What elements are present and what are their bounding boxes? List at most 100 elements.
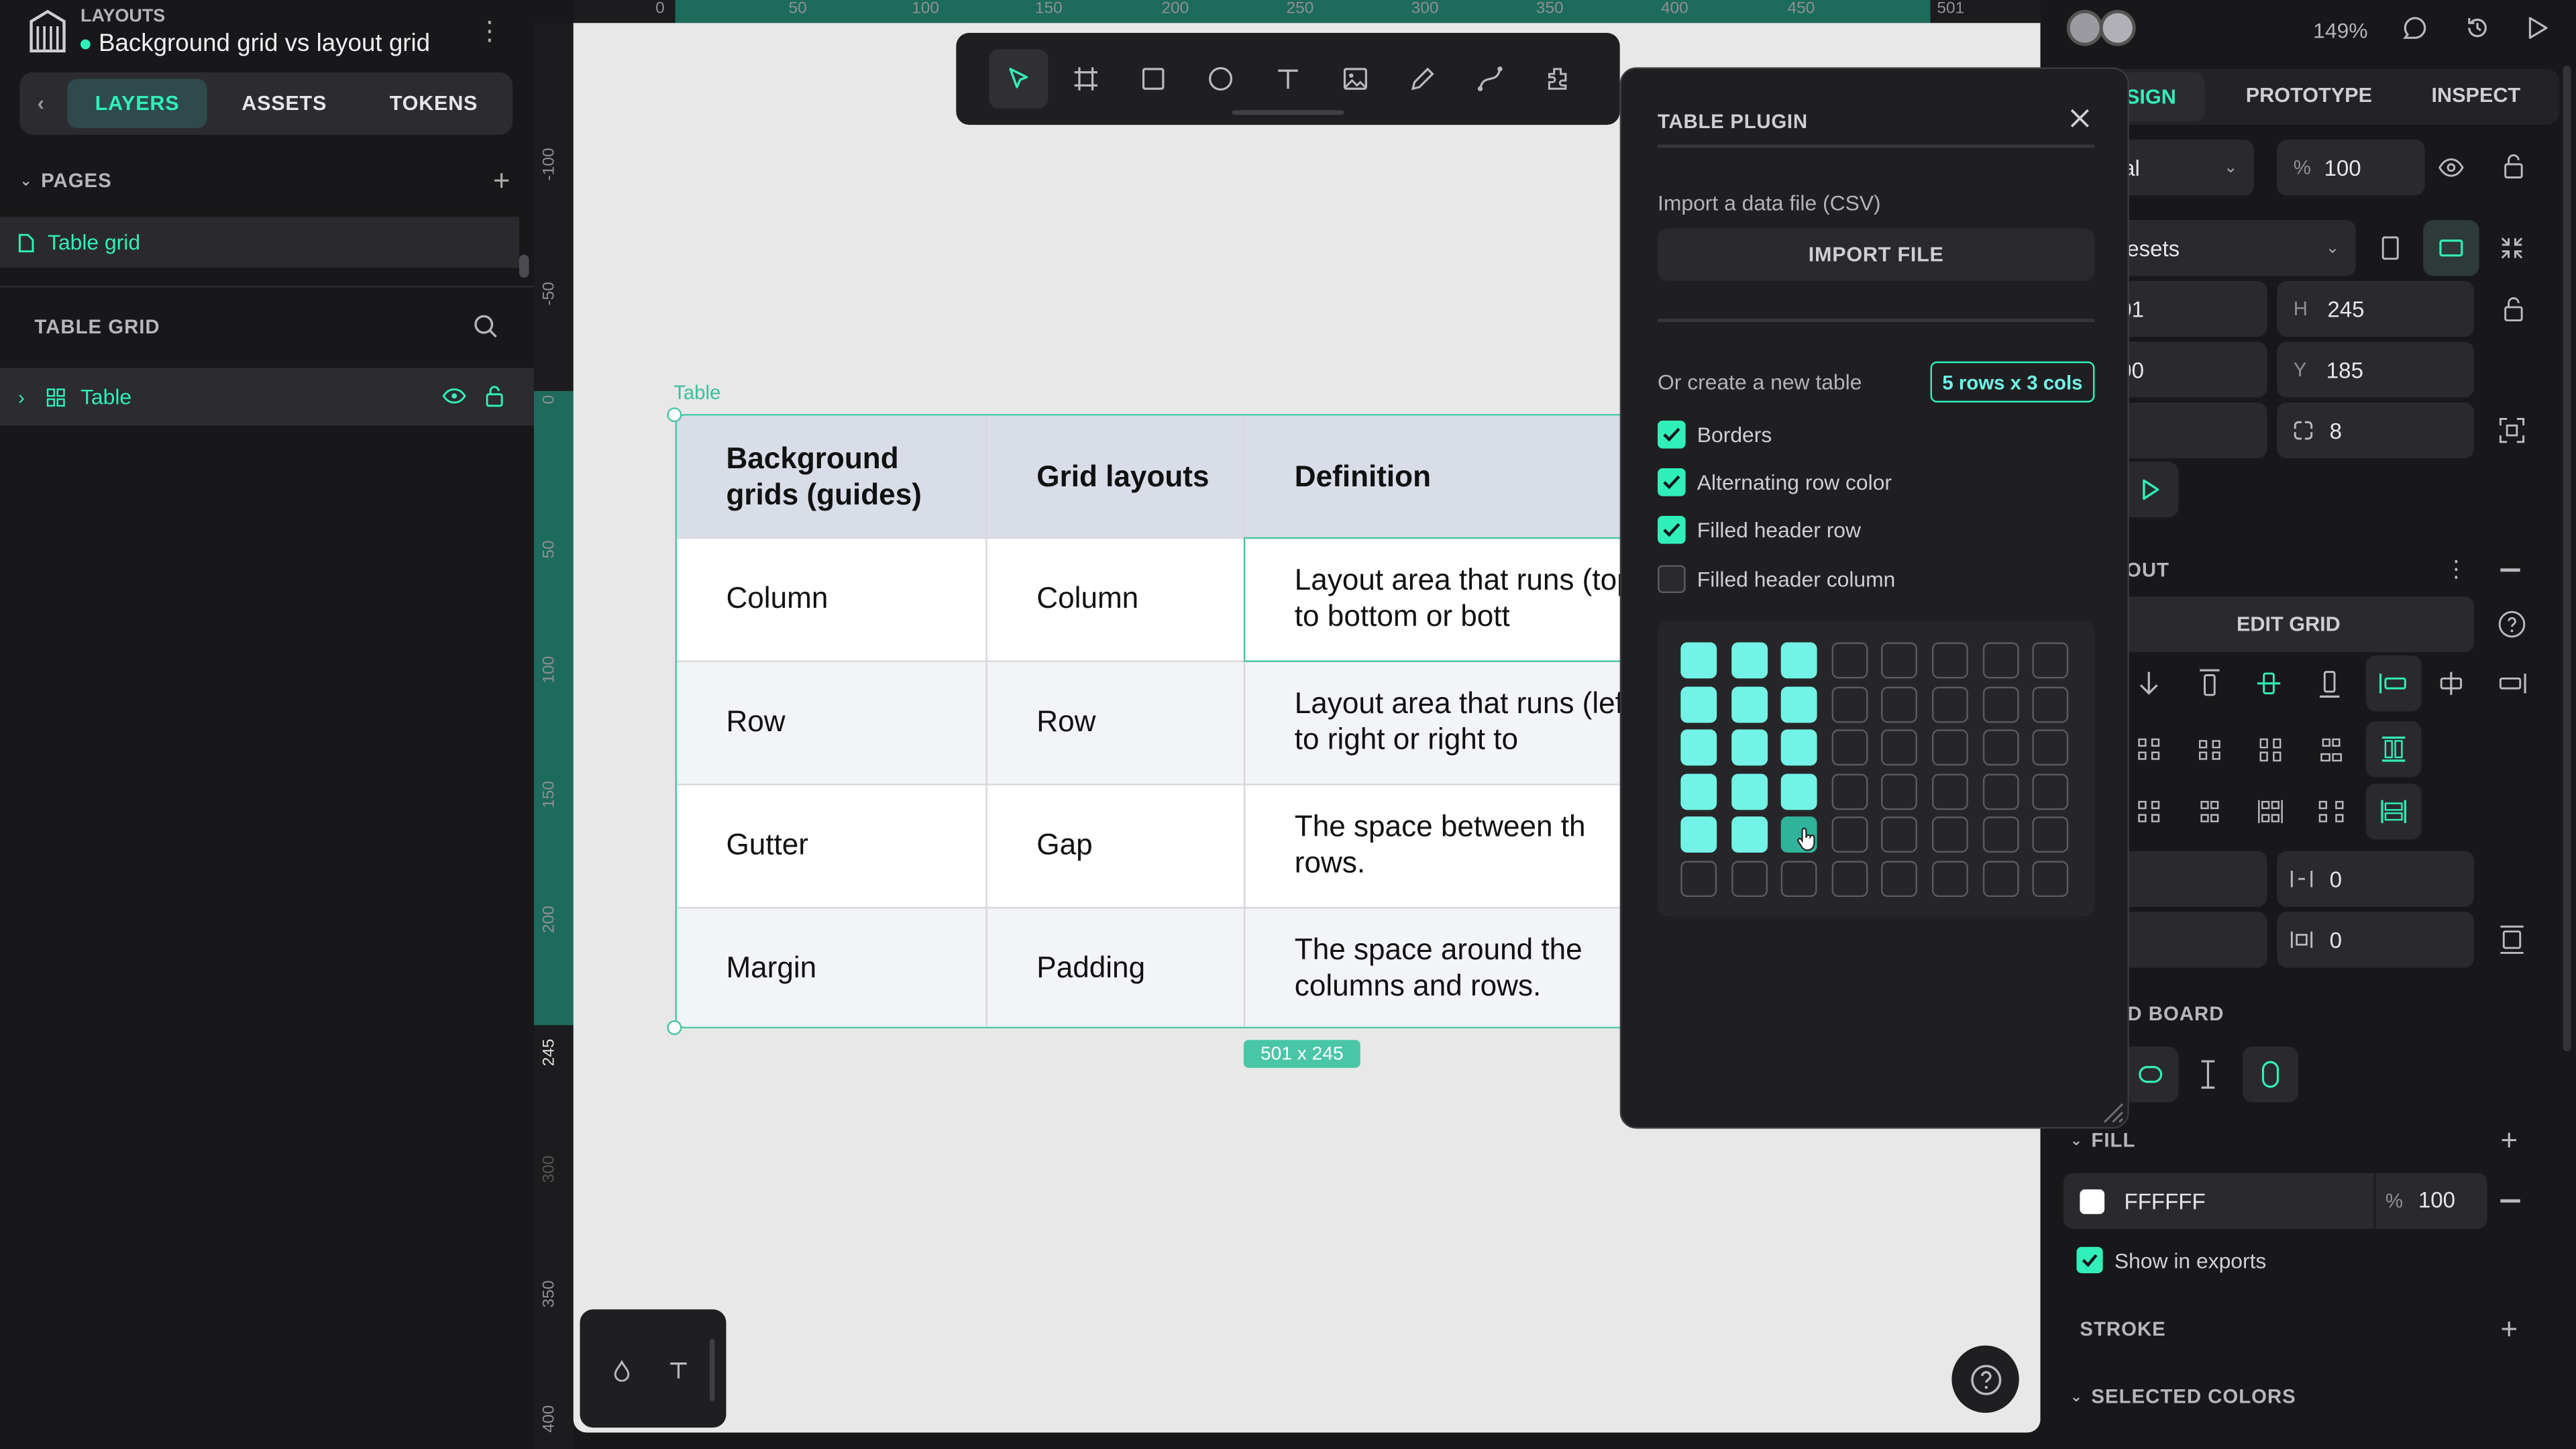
path-icon[interactable] — [1477, 66, 1503, 92]
grid-picker-cell[interactable] — [1781, 686, 1818, 722]
grid-picker-cell[interactable] — [1882, 817, 1918, 853]
zoom-level[interactable]: 149% — [2313, 18, 2367, 43]
independent-corners-icon[interactable] — [2499, 417, 2525, 443]
layout-menu-icon[interactable]: ⋮ — [2445, 555, 2467, 584]
grid-picker-cell[interactable] — [1982, 817, 2019, 853]
table-size-grid[interactable] — [1658, 621, 2095, 917]
grid-picker-cell[interactable] — [1781, 642, 1818, 679]
grid-picker-cell[interactable] — [2032, 686, 2069, 722]
grid-picker-cell[interactable] — [2032, 817, 2069, 853]
unlock-icon[interactable] — [484, 384, 504, 407]
fix-height-icon[interactable] — [2198, 1060, 2218, 1089]
padding-icon[interactable] — [2499, 925, 2525, 955]
align-center-icon[interactable] — [2255, 669, 2282, 698]
add-fill-icon[interactable]: + — [2500, 1124, 2518, 1158]
grid-picker-cell[interactable] — [1882, 729, 1918, 766]
tab-tokens[interactable]: TOKENS — [362, 79, 506, 128]
table-cell[interactable]: The space around the columns and rows. — [1295, 930, 1627, 1006]
drop-icon[interactable] — [612, 1360, 631, 1382]
search-icon[interactable] — [473, 314, 498, 339]
board-icon[interactable] — [1073, 66, 1099, 92]
grid-picker-cell[interactable] — [1680, 817, 1717, 853]
plugins-icon[interactable] — [1544, 66, 1570, 92]
height-input[interactable]: H 245 — [2277, 280, 2475, 337]
radius-input[interactable]: 8 — [2277, 402, 2475, 459]
checkbox[interactable] — [1658, 515, 1686, 544]
grid-align-icon[interactable] — [2136, 736, 2162, 762]
grid-justify-stretch-button[interactable] — [2365, 784, 2422, 840]
grid-picker-cell[interactable] — [2032, 642, 2069, 679]
option-filled-header-column[interactable]: Filled header column — [1658, 565, 1895, 594]
resize-handle[interactable] — [667, 1020, 682, 1035]
grid-picker-cell[interactable] — [1831, 773, 1868, 810]
help-icon[interactable] — [2497, 610, 2526, 639]
clip-content-button[interactable] — [2123, 1046, 2179, 1103]
tab-inspect[interactable]: INSPECT — [2431, 84, 2520, 107]
toolbar-drag-handle[interactable] — [1232, 110, 1344, 115]
checkbox[interactable] — [1658, 565, 1686, 594]
resize-handle[interactable] — [667, 407, 682, 423]
ruler-top[interactable]: 0 50 100 150 200 250 300 350 400 450 501 — [573, 0, 2041, 23]
tab-layers[interactable]: LAYERS — [67, 78, 207, 129]
edit-grid-button[interactable]: EDIT GRID — [2102, 596, 2475, 653]
avatar[interactable] — [2066, 9, 2103, 46]
text-icon[interactable] — [1275, 66, 1301, 92]
grid-picker-cell[interactable] — [1731, 686, 1768, 722]
board-label[interactable]: Table — [674, 381, 720, 404]
grid-picker-cell[interactable] — [1932, 642, 1968, 679]
remove-layout-icon[interactable] — [2500, 568, 2520, 572]
palette-scrollbar[interactable] — [709, 1338, 715, 1401]
grid-align-icon[interactable] — [2257, 736, 2284, 762]
grid-picker-cell[interactable] — [1982, 861, 2019, 898]
grid-picker-cell[interactable] — [1882, 642, 1918, 679]
tab-prototype[interactable]: PROTOTYPE — [2246, 84, 2372, 107]
tab-assets[interactable]: ASSETS — [213, 79, 355, 128]
justify-start-button[interactable] — [2365, 655, 2422, 712]
grid-picker-cell[interactable] — [1831, 861, 1868, 898]
collapse-sidebar-icon[interactable]: ‹ — [23, 79, 59, 128]
presets-select[interactable]: resets ⌄ — [2102, 220, 2356, 276]
grid-picker-cell[interactable] — [1731, 729, 1768, 766]
grid-picker-cell[interactable] — [2032, 773, 2069, 810]
selected-colors-header[interactable]: ⌄ SELECTED COLORS — [2070, 1385, 2296, 1407]
eye-icon[interactable] — [442, 388, 467, 404]
remove-fill-icon[interactable] — [2500, 1199, 2520, 1202]
justify-end-icon[interactable] — [2497, 672, 2526, 695]
grid-justify-icon[interactable] — [2318, 798, 2345, 824]
option-alternating-row-color[interactable]: Alternating row color — [1658, 468, 1892, 496]
image-icon[interactable] — [1342, 66, 1368, 92]
grid-justify-icon[interactable] — [2257, 798, 2284, 824]
text-icon[interactable] — [669, 1360, 688, 1380]
grid-picker-cell[interactable] — [1781, 729, 1818, 766]
fit-content-icon[interactable] — [2499, 235, 2525, 261]
grid-picker-cell[interactable] — [1932, 686, 1968, 722]
add-stroke-icon[interactable]: + — [2500, 1313, 2518, 1347]
landscape-button[interactable] — [2423, 220, 2479, 276]
table-cell[interactable]: Column — [1036, 560, 1138, 636]
fill-opacity[interactable]: 100 — [2418, 1188, 2455, 1213]
fit-height-button[interactable] — [2242, 1046, 2299, 1103]
help-button[interactable] — [1951, 1345, 2019, 1413]
grid-picker-cell[interactable] — [1982, 686, 2019, 722]
fill-hex[interactable]: FFFFFF — [2125, 1189, 2206, 1214]
grid-picker-cell[interactable] — [1932, 729, 1968, 766]
checkbox[interactable] — [2076, 1246, 2103, 1273]
ellipse-icon[interactable] — [1208, 66, 1234, 92]
rectangle-icon[interactable] — [1140, 66, 1167, 92]
checkbox[interactable] — [1658, 420, 1686, 449]
resize-handle-icon[interactable] — [2101, 1101, 2124, 1124]
play-icon[interactable] — [2527, 15, 2550, 41]
option-filled-header-row[interactable]: Filled header row — [1658, 515, 1861, 544]
column-gap-input[interactable]: 0 — [2277, 851, 2475, 907]
grid-align-icon[interactable] — [2196, 736, 2222, 762]
table-header-cell[interactable]: Background grids (guides) — [726, 439, 972, 515]
checkbox[interactable] — [1658, 468, 1686, 496]
chevron-right-icon[interactable]: › — [18, 385, 25, 408]
grid-picker-cell[interactable] — [1882, 686, 1918, 722]
comments-icon[interactable] — [2402, 15, 2428, 41]
proportion-lock-icon[interactable] — [2502, 296, 2525, 322]
grid-picker-cell[interactable] — [1731, 773, 1768, 810]
grid-picker-cell[interactable] — [1982, 642, 2019, 679]
table-cell[interactable]: Margin — [726, 930, 816, 1006]
align-top-icon[interactable] — [2198, 669, 2221, 698]
